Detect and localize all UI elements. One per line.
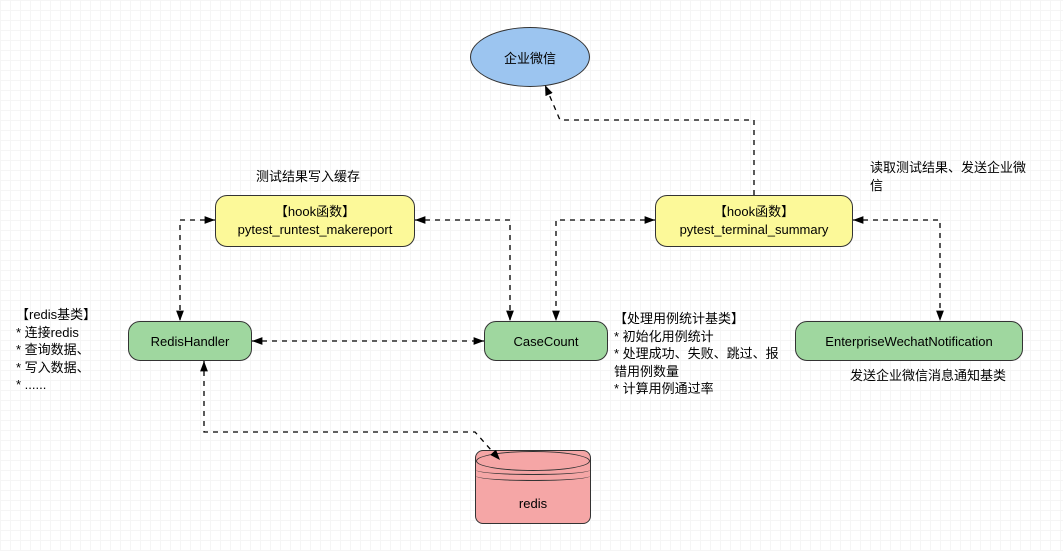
edge-makereport-to-casecount <box>415 220 510 321</box>
node-redis-db[interactable]: redis <box>475 450 591 524</box>
node-case-count[interactable]: CaseCount <box>484 321 608 361</box>
node-title-line2: pytest_runtest_makereport <box>238 221 393 239</box>
annotation-title: 【处理用例统计基类】 <box>614 310 779 328</box>
annotation-casecount-base: 【处理用例统计基类】 * 初始化用例统计 * 处理成功、失败、跳过、报错用例数量… <box>614 310 779 398</box>
node-label: CaseCount <box>513 334 578 349</box>
annotation-item: * 处理成功、失败、跳过、报错用例数量 <box>614 345 779 380</box>
edge-makereport-to-redishandler <box>180 220 215 321</box>
annotation-item: * 计算用例通过率 <box>614 380 779 398</box>
edge-terminal-to-casecount <box>556 220 655 321</box>
edge-terminal-to-enterprise <box>853 220 940 321</box>
edge-terminal-to-wechat <box>545 85 754 195</box>
annotation-redis-base: 【redis基类】 * 连接redis * 查询数据、 * 写入数据、 * ..… <box>16 306 128 394</box>
annotation-item: * 连接redis <box>16 324 128 342</box>
annotation-enterprise: 发送企业微信消息通知基类 <box>848 367 1008 385</box>
diagram-canvas: 企业微信 【hook函数】 pytest_runtest_makereport … <box>0 0 1063 551</box>
node-title-line1: 【hook函数】 <box>275 203 355 221</box>
node-title-line2: pytest_terminal_summary <box>680 221 829 239</box>
node-label: RedisHandler <box>151 334 230 349</box>
node-title-line1: 【hook函数】 <box>714 203 794 221</box>
db-band <box>476 471 590 481</box>
annotation-title: 【redis基类】 <box>16 306 128 324</box>
edge-redishandler-to-redisdb <box>204 361 500 460</box>
node-label: redis <box>476 496 590 511</box>
node-redis-handler[interactable]: RedisHandler <box>128 321 252 361</box>
node-hook-makereport[interactable]: 【hook函数】 pytest_runtest_makereport <box>215 195 415 247</box>
node-enterprise-wechat-app[interactable]: 企业微信 <box>470 27 590 87</box>
annotation-item: * 查询数据、 <box>16 341 128 359</box>
node-hook-terminal[interactable]: 【hook函数】 pytest_terminal_summary <box>655 195 853 247</box>
node-label: 企业微信 <box>504 48 556 67</box>
annotation-item: * ...... <box>16 376 128 394</box>
annotation-item: * 初始化用例统计 <box>614 328 779 346</box>
node-enterprise-wechat-notification[interactable]: EnterpriseWechatNotification <box>795 321 1023 361</box>
annotation-makereport: 测试结果写入缓存 <box>256 168 360 186</box>
annotation-terminal: 读取测试结果、发送企业微信 <box>870 159 1035 194</box>
node-label: EnterpriseWechatNotification <box>825 334 992 349</box>
annotation-item: * 写入数据、 <box>16 359 128 377</box>
